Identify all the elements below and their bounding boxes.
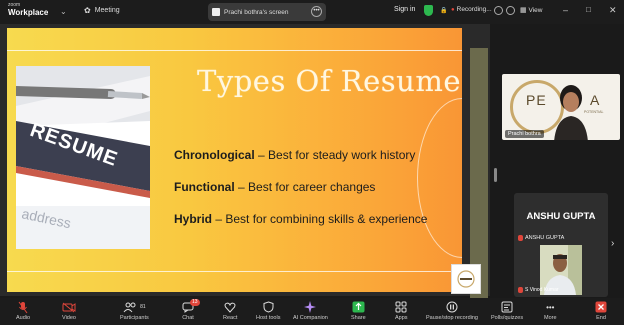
slide-top-line (7, 50, 462, 51)
brand-line2: Workplace (8, 8, 49, 17)
video-label: Video (62, 315, 76, 321)
security-shield-icon[interactable] (424, 5, 433, 16)
lock-icon[interactable]: 🔒 (440, 7, 447, 14)
resume-type-item: Hybrid – Best for combining skills & exp… (174, 212, 427, 244)
panel-resize-handle[interactable] (494, 168, 497, 182)
chevron-down-icon[interactable]: ⌄ (60, 7, 67, 16)
audio-button[interactable]: Audio (16, 300, 30, 321)
close-icon[interactable]: ✕ (609, 5, 617, 16)
chat-unread-badge: 13 (190, 299, 200, 306)
shared-screen-area: Types Of Resume address RESUME Chronolog… (0, 24, 490, 318)
slide-logo (451, 264, 481, 294)
host-tools-label: Host tools (256, 315, 281, 321)
recording-label: Recording... (456, 6, 492, 13)
audio-label: Audio (16, 315, 31, 321)
apps-button[interactable]: Apps (395, 300, 408, 321)
slide-bottom-line (7, 271, 462, 272)
chat-label: Chat (182, 315, 194, 321)
chat-icon: 13 (182, 299, 200, 314)
react-button[interactable]: React (223, 300, 237, 321)
zoom-logo: zoom Workplace (8, 3, 48, 17)
resume-type-desc: – Best for career changes (234, 180, 376, 194)
cloud-record-icon: ● (451, 6, 455, 13)
participants-label: Participants (120, 315, 149, 321)
sign-in-link[interactable]: Sign in (394, 6, 415, 13)
title-bar: zoom Workplace ⌄ ✿ Meeting Prachi bothra… (0, 0, 624, 24)
more-options-icon[interactable]: ••• (311, 6, 322, 17)
record-icon (446, 300, 458, 314)
camera-off-icon (62, 300, 76, 314)
share-button[interactable]: Share (351, 300, 366, 321)
participants-button[interactable]: 81 Participants (120, 300, 149, 321)
end-button[interactable]: End (595, 300, 607, 321)
participant-count: 81 (140, 304, 146, 310)
paw-icon: ✿ (84, 6, 91, 15)
view-button[interactable]: ▦ View (520, 6, 542, 14)
end-call-icon (595, 300, 607, 314)
heart-icon (224, 300, 236, 314)
pause-recording-icon[interactable] (494, 6, 503, 15)
end-label: End (596, 315, 606, 321)
share-label: Share (351, 315, 366, 321)
react-label: React (223, 315, 238, 321)
meeting-toolbar: Audio Video 81 Participants 13 Chat Reac… (0, 298, 624, 325)
presentation-slide: Types Of Resume address RESUME Chronolog… (7, 28, 462, 292)
more-icon: ••• (546, 302, 555, 312)
pause-stop-recording-label: Pause/stop recording (426, 315, 478, 321)
participant-tile-active-speaker[interactable]: ANSHU GUPTA ANSHU GUPTA S Vinod Kumar (514, 193, 608, 297)
participant-tile-presenter[interactable]: PE A POTENTIAL Prachi bothra (502, 74, 620, 140)
polls-quizzes-button[interactable]: Polls/quizzes (491, 300, 523, 321)
resume-type-desc: – Best for combining skills & experience (212, 212, 428, 226)
sparkle-icon (304, 300, 317, 314)
resume-type-list: Chronological – Best for steady work his… (174, 148, 427, 244)
share-screen-icon (352, 300, 365, 314)
recording-indicator[interactable]: ● Recording... (451, 6, 492, 13)
slide-title: Types Of Resume (197, 64, 461, 98)
resume-type-desc: – Best for steady work history (254, 148, 416, 162)
more-button[interactable]: ••• More (544, 300, 557, 322)
pause-stop-recording-button[interactable]: Pause/stop recording (426, 300, 478, 321)
stop-recording-icon[interactable] (506, 6, 515, 15)
participant-name-label: Prachi bothra (505, 130, 544, 138)
share-screen-tab[interactable]: Prachi bothra's screen ••• (208, 3, 326, 21)
more-label: More (544, 315, 557, 321)
muted-mic-icon (518, 287, 523, 293)
apps-label: Apps (395, 315, 408, 321)
video-button[interactable]: Video (62, 300, 76, 321)
ai-companion-label: AI Companion (293, 315, 328, 321)
participant-name-label: ANSHU GUPTA (525, 235, 565, 241)
resume-type-term: Hybrid (174, 212, 213, 226)
mic-muted-icon (18, 300, 28, 314)
next-page-arrow-icon[interactable]: › (611, 238, 614, 249)
muted-mic-icon (518, 235, 523, 241)
ai-companion-button[interactable]: AI Companion (293, 300, 328, 321)
minimize-icon[interactable]: – (563, 5, 568, 15)
share-tab-label: Prachi bothra's screen (224, 8, 289, 16)
maximize-icon[interactable]: □ (586, 5, 591, 14)
meeting-label: Meeting (94, 7, 120, 14)
shield-icon (263, 300, 274, 314)
resume-type-item: Chronological – Best for steady work his… (174, 148, 427, 180)
chat-button[interactable]: 13 Chat (182, 299, 200, 321)
participant-video-name-row: S Vinod Kumar (518, 287, 559, 293)
poll-icon (501, 300, 513, 314)
apps-icon (395, 300, 407, 314)
background-logo-text: PE (526, 92, 547, 108)
polls-quizzes-label: Polls/quizzes (491, 315, 524, 321)
meeting-tab[interactable]: ✿ Meeting (84, 6, 120, 15)
view-label: View (528, 7, 543, 14)
resume-type-item: Functional – Best for career changes (174, 180, 427, 212)
resume-type-term: Functional (174, 180, 235, 194)
host-tools-button[interactable]: Host tools (256, 300, 280, 321)
background-logo-text-2: A (590, 92, 600, 108)
grid-icon: ▦ (520, 7, 527, 14)
participant-name-row: ANSHU GUPTA (518, 235, 564, 241)
participants-icon: 81 (123, 300, 146, 314)
resume-photo: address RESUME (16, 66, 150, 249)
speaker-name-big: ANSHU GUPTA (526, 211, 596, 222)
presenter-video (554, 85, 588, 140)
participant-video-name: S Vinod Kumar (525, 287, 559, 293)
screen-icon (212, 8, 220, 16)
resume-type-term: Chronological (174, 148, 255, 162)
